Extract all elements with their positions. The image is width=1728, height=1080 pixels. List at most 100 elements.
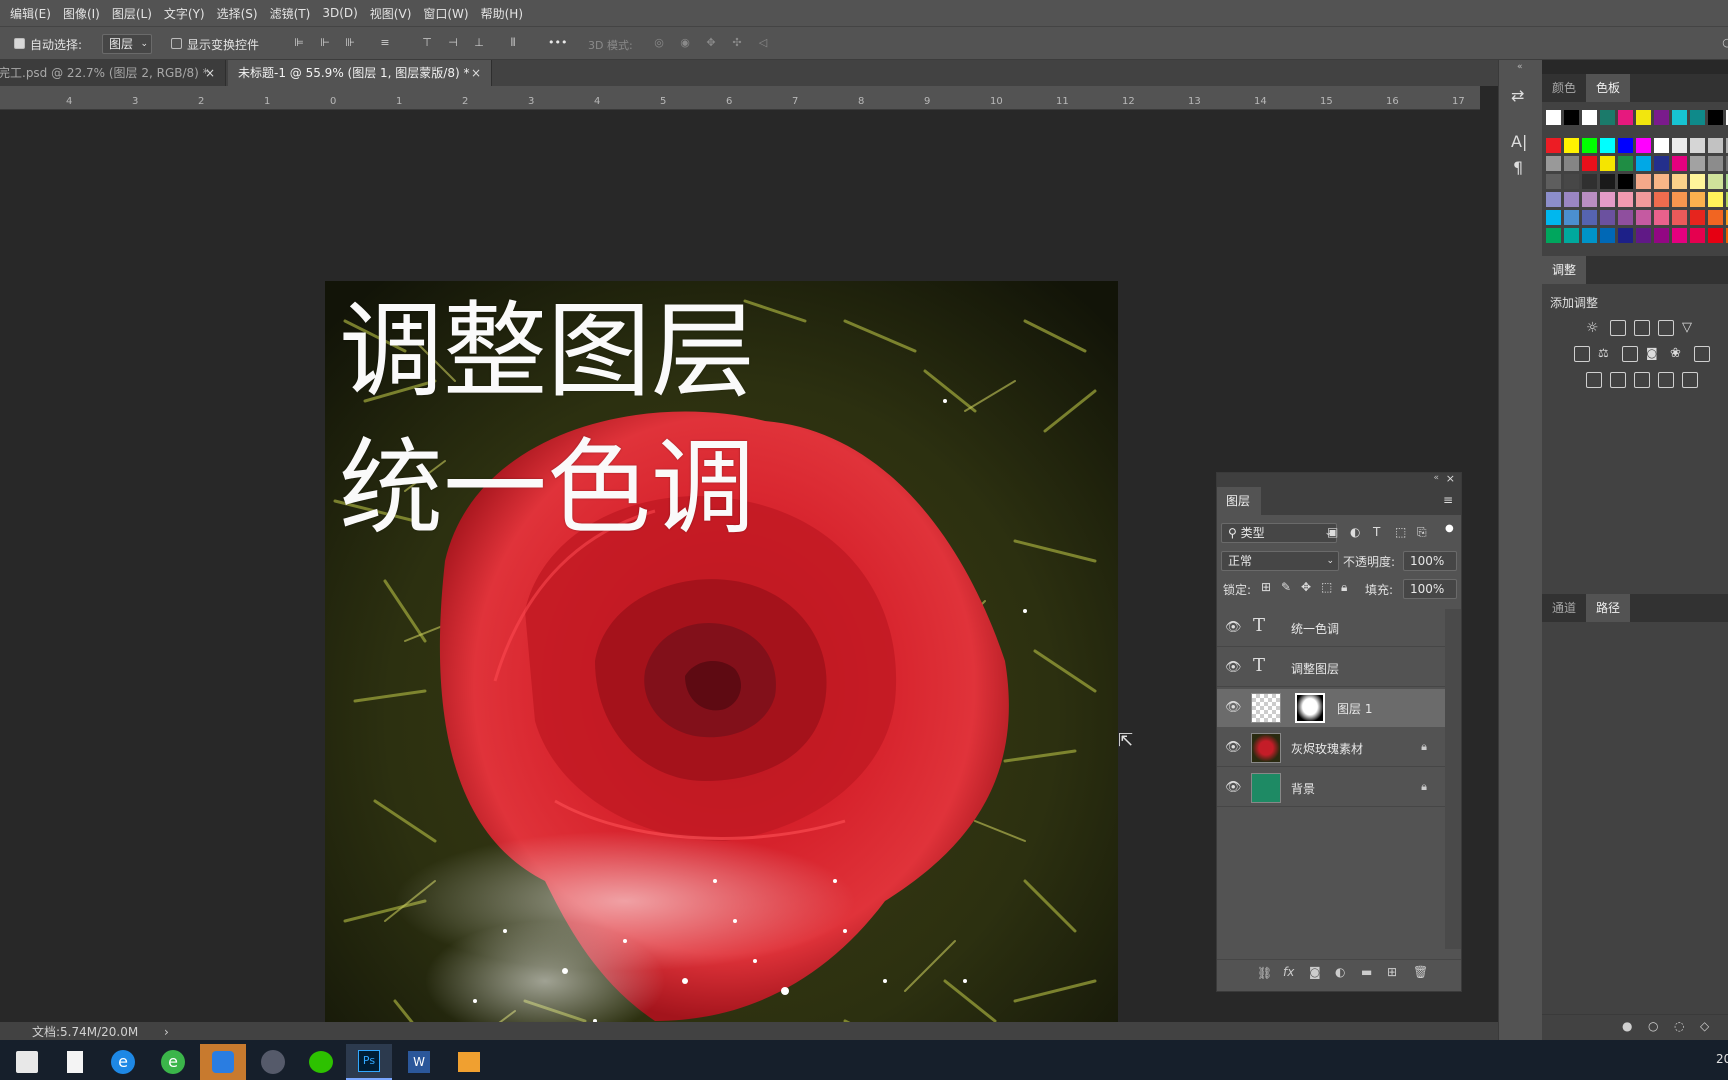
color-swatch[interactable]: [1654, 138, 1669, 153]
color-swatch[interactable]: [1636, 138, 1651, 153]
selective-color-icon[interactable]: [1658, 372, 1674, 388]
close-icon[interactable]: ×: [471, 60, 481, 86]
align-hcenter-icon[interactable]: ⊩: [318, 36, 332, 50]
color-swatch[interactable]: [1636, 210, 1651, 225]
orbit-3d-icon[interactable]: ◎: [652, 36, 666, 50]
color-swatch[interactable]: [1582, 138, 1597, 153]
eye-icon[interactable]: 👁︎: [1225, 780, 1242, 795]
filter-pixel-icon[interactable]: ▣: [1327, 525, 1338, 539]
fx-icon[interactable]: fx: [1283, 965, 1294, 979]
color-swatch[interactable]: [1690, 228, 1705, 243]
avatar-app-icon[interactable]: [250, 1044, 296, 1080]
tab-untitled-1[interactable]: 未标题-1 @ 55.9% (图层 1, 图层蒙版/8) * ×: [228, 60, 492, 86]
color-swatch[interactable]: [1690, 174, 1705, 189]
color-swatch[interactable]: [1690, 138, 1705, 153]
blend-mode-dropdown[interactable]: 正常 ⌄: [1221, 551, 1339, 571]
search-icon[interactable]: ○: [1720, 36, 1728, 50]
character-icon[interactable]: A|: [1511, 132, 1527, 151]
gradient-map-icon[interactable]: [1682, 372, 1698, 388]
color-swatch[interactable]: [1582, 192, 1597, 207]
layer-row-text-unify[interactable]: 👁︎ T 统一色调: [1217, 609, 1445, 647]
paragraph-icon[interactable]: ¶: [1513, 158, 1523, 177]
color-swatch[interactable]: [1690, 210, 1705, 225]
filter-smart-icon[interactable]: ⎘: [1417, 525, 1427, 540]
color-swatch[interactable]: [1708, 228, 1723, 243]
menu-item[interactable]: 编辑(E): [4, 5, 57, 22]
eye-icon[interactable]: 👁︎: [1225, 740, 1242, 755]
color-swatch[interactable]: [1636, 228, 1651, 243]
close-icon[interactable]: ×: [1446, 472, 1455, 485]
ie-browser-icon[interactable]: e: [100, 1044, 146, 1080]
layer-row-text-adjust[interactable]: 👁︎ T 调整图层: [1217, 649, 1445, 687]
layer-filter-dropdown[interactable]: ⚲ 类型 ⌄: [1221, 523, 1337, 543]
color-lookup-icon[interactable]: [1694, 346, 1710, 362]
color-swatch[interactable]: [1546, 228, 1561, 243]
color-swatch[interactable]: [1672, 192, 1687, 207]
color-swatch[interactable]: [1636, 192, 1651, 207]
align-left-icon[interactable]: ⊫: [292, 36, 306, 50]
wechat-icon[interactable]: [298, 1044, 344, 1080]
color-swatch[interactable]: [1672, 156, 1687, 171]
color-swatch[interactable]: [1600, 192, 1615, 207]
color-swatch[interactable]: [1708, 110, 1723, 125]
color-balance-icon[interactable]: ⚖: [1598, 346, 1614, 362]
history-icon[interactable]: ⇄: [1511, 86, 1524, 105]
layer-row-layer1[interactable]: 👁︎ 图层 1: [1217, 689, 1445, 727]
color-swatch[interactable]: [1600, 174, 1615, 189]
color-swatch[interactable]: [1546, 174, 1561, 189]
color-swatch[interactable]: [1654, 228, 1669, 243]
stroke-path-icon[interactable]: ○: [1648, 1019, 1658, 1033]
align-distribute-icon[interactable]: ≡: [378, 36, 392, 50]
color-swatch[interactable]: [1672, 174, 1687, 189]
photo-filter-icon[interactable]: ◙: [1646, 346, 1662, 362]
menu-item[interactable]: 窗口(W): [417, 5, 474, 22]
color-swatch[interactable]: [1618, 210, 1633, 225]
vibrance-icon[interactable]: ▽: [1682, 320, 1698, 336]
menu-item[interactable]: 视图(V): [364, 5, 418, 22]
browser-green-icon[interactable]: e: [150, 1044, 196, 1080]
color-swatch[interactable]: [1654, 174, 1669, 189]
filter-type-icon[interactable]: T: [1373, 525, 1380, 539]
collapse-arrows-icon[interactable]: «: [1517, 62, 1523, 72]
word-icon[interactable]: W: [396, 1044, 442, 1080]
color-swatch[interactable]: [1582, 210, 1597, 225]
more-options-button[interactable]: •••: [548, 36, 567, 49]
auto-select-checkbox[interactable]: [14, 38, 25, 49]
auto-select-dropdown[interactable]: 图层 ⌄: [102, 34, 152, 54]
color-swatch[interactable]: [1564, 228, 1579, 243]
color-swatch[interactable]: [1582, 228, 1597, 243]
color-swatch[interactable]: [1618, 110, 1633, 125]
photoshop-icon[interactable]: Ps: [346, 1044, 392, 1080]
threshold-icon[interactable]: [1634, 372, 1650, 388]
channel-mixer-icon[interactable]: ❀: [1670, 346, 1686, 362]
color-swatch[interactable]: [1618, 156, 1633, 171]
invert-icon[interactable]: [1586, 372, 1602, 388]
color-swatch[interactable]: [1654, 192, 1669, 207]
color-swatch[interactable]: [1672, 138, 1687, 153]
layer-row-background[interactable]: 👁︎ 背景 🔒︎: [1217, 769, 1445, 807]
file-icon[interactable]: [52, 1044, 98, 1080]
tab-adjustments[interactable]: 调整: [1542, 256, 1587, 284]
color-swatch[interactable]: [1600, 110, 1615, 125]
presentation-icon[interactable]: [446, 1044, 492, 1080]
color-swatch[interactable]: [1708, 210, 1723, 225]
lock-all-icon[interactable]: 🔒︎: [1341, 580, 1347, 595]
tab-paths[interactable]: 路径: [1586, 594, 1631, 622]
tab-layers[interactable]: 图层: [1217, 487, 1261, 515]
roll-3d-icon[interactable]: ◉: [678, 36, 692, 50]
tab-completed-psd[interactable]: 完工.psd @ 22.7% (图层 2, RGB/8) * ×: [0, 60, 226, 86]
active-app-icon[interactable]: [200, 1044, 246, 1080]
lock-artboard-icon[interactable]: ⬚: [1321, 580, 1332, 594]
color-swatch[interactable]: [1690, 156, 1705, 171]
load-selection-icon[interactable]: ◌: [1674, 1019, 1684, 1033]
color-swatch[interactable]: [1618, 192, 1633, 207]
color-swatch[interactable]: [1672, 210, 1687, 225]
add-mask-icon[interactable]: ◙: [1309, 965, 1321, 979]
color-swatch[interactable]: [1618, 228, 1633, 243]
color-swatch[interactable]: [1600, 228, 1615, 243]
color-swatch[interactable]: [1582, 156, 1597, 171]
menu-item[interactable]: 3D(D): [316, 6, 363, 20]
new-group-icon[interactable]: ▬: [1361, 965, 1372, 979]
brightness-icon[interactable]: ☼: [1586, 320, 1602, 336]
fill-field[interactable]: 100%: [1403, 579, 1457, 599]
